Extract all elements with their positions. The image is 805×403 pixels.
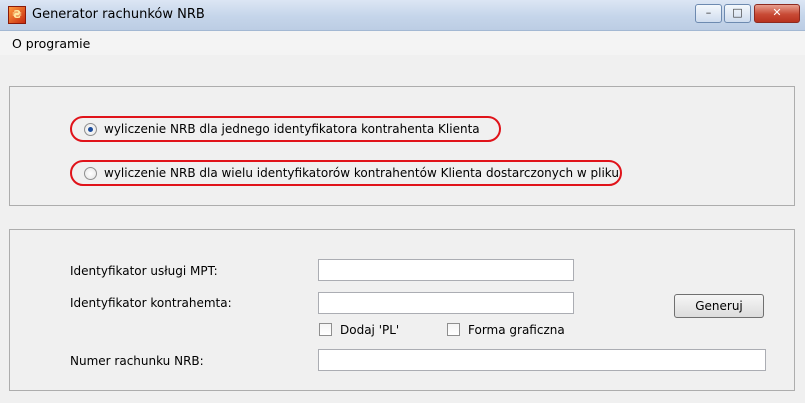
service-id-input[interactable] <box>318 259 574 281</box>
radio-checked-icon[interactable] <box>84 123 97 136</box>
menu-item-about[interactable]: O programie <box>12 36 90 51</box>
add-pl-label: Dodaj 'PL' <box>340 323 400 337</box>
radio-unchecked-icon[interactable] <box>84 167 97 180</box>
menu-bar: O programie <box>0 31 805 55</box>
graphic-form-label: Forma graficzna <box>468 323 565 337</box>
generate-button[interactable]: Generuj <box>674 294 764 318</box>
nrb-number-label: Numer rachunku NRB: <box>70 354 204 368</box>
minimize-button[interactable]: – <box>695 4 722 23</box>
app-window: ₴ Generator rachunków NRB – □ ✕ O progra… <box>0 0 805 403</box>
graphic-form-checkbox[interactable] <box>447 323 460 336</box>
radio-multi-label: wyliczenie NRB dla wielu identyfikatorów… <box>104 166 619 180</box>
mode-group <box>9 86 795 206</box>
contractor-id-label: Identyfikator kontrahemta: <box>70 296 232 310</box>
contractor-id-input[interactable] <box>318 292 574 314</box>
app-icon: ₴ <box>8 6 26 24</box>
window-title: Generator rachunków NRB <box>32 7 205 22</box>
maximize-button[interactable]: □ <box>724 4 751 23</box>
radio-single-identifier[interactable]: wyliczenie NRB dla jednego identyfikator… <box>70 116 501 142</box>
title-bar[interactable]: ₴ Generator rachunków NRB – □ ✕ <box>0 0 805 31</box>
radio-multiple-identifiers[interactable]: wyliczenie NRB dla wielu identyfikatorów… <box>70 160 622 186</box>
close-button[interactable]: ✕ <box>754 4 800 23</box>
service-id-label: Identyfikator usługi MPT: <box>70 264 218 278</box>
radio-single-label: wyliczenie NRB dla jednego identyfikator… <box>104 122 480 136</box>
nrb-number-input[interactable] <box>318 349 766 371</box>
add-pl-checkbox[interactable] <box>319 323 332 336</box>
